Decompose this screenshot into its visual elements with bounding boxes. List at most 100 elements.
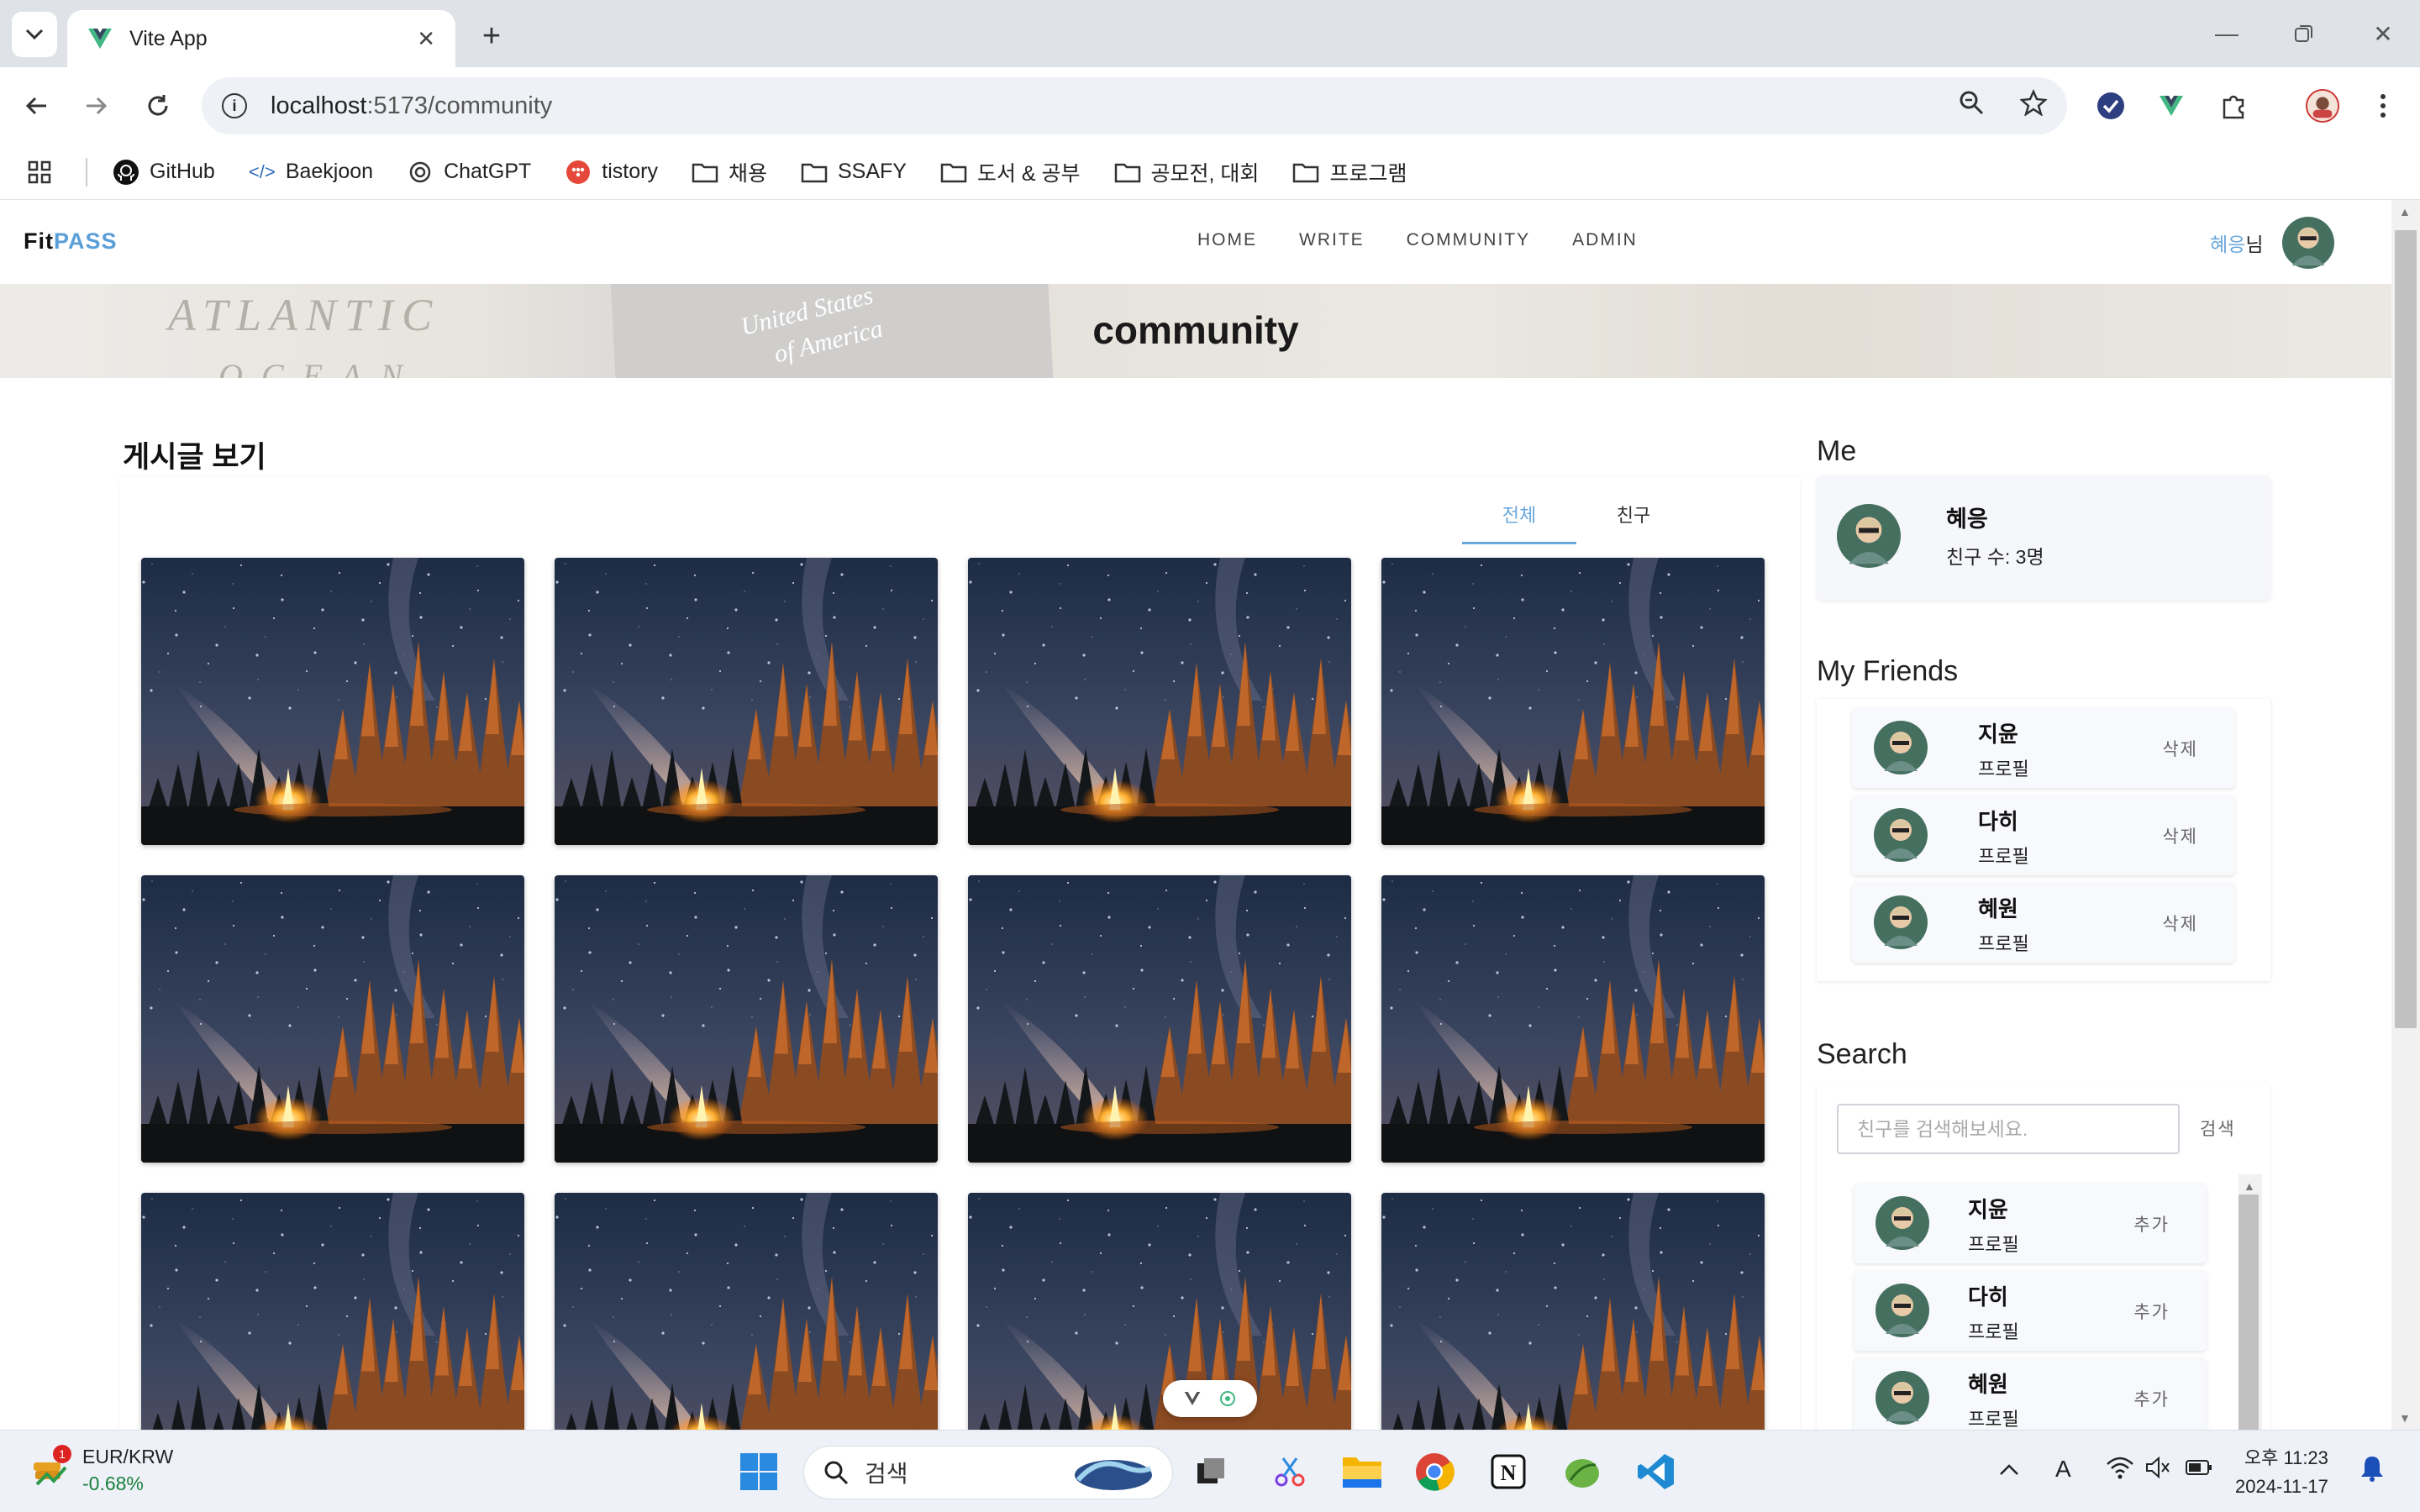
delete-friend-button[interactable]: 삭제: [2162, 911, 2198, 936]
spring-tool-button[interactable]: [1560, 1449, 1605, 1494]
tab-all[interactable]: 전체: [1462, 496, 1576, 544]
battery-icon[interactable]: [2185, 1456, 2213, 1483]
file-explorer-button[interactable]: [1339, 1449, 1385, 1494]
bookmark-folder-jobs[interactable]: 채용: [692, 157, 767, 187]
tray-overflow-chevron-icon[interactable]: [1998, 1456, 2020, 1483]
post-thumbnail[interactable]: [1381, 875, 1765, 1163]
header-avatar[interactable]: [2282, 217, 2334, 269]
ime-indicator-icon[interactable]: A: [2055, 1456, 2071, 1483]
nav-community[interactable]: COMMUNITY: [1386, 230, 1552, 250]
fitpass-logo[interactable]: FitPASS: [24, 228, 118, 255]
close-window-button[interactable]: ✕: [2358, 15, 2408, 52]
bookmark-github[interactable]: GitHub: [113, 159, 215, 186]
bookmark-star-icon[interactable]: [2019, 88, 2048, 123]
result-avatar[interactable]: [1876, 1196, 1929, 1250]
bookmark-chatgpt[interactable]: ChatGPT: [407, 159, 531, 186]
friend-profile-link[interactable]: 프로필: [1978, 929, 2029, 956]
friend-profile-link[interactable]: 프로필: [1978, 842, 2029, 869]
delete-friend-button[interactable]: 삭제: [2162, 736, 2198, 761]
stock-ticker-widget[interactable]: 1: [30, 1444, 72, 1499]
vue-devtools-extension-icon[interactable]: [2154, 89, 2188, 123]
task-view-button[interactable]: [1188, 1449, 1234, 1494]
browser-tab-active[interactable]: Vite App ✕: [67, 10, 455, 67]
post-thumbnail[interactable]: [141, 558, 524, 845]
reload-button[interactable]: [138, 86, 178, 126]
back-button[interactable]: [17, 86, 57, 126]
add-friend-button[interactable]: 추가: [2133, 1211, 2170, 1236]
page-scrollbar-thumb[interactable]: [2395, 230, 2417, 1028]
tab-close-icon[interactable]: ✕: [417, 26, 435, 52]
result-profile-link[interactable]: 프로필: [1968, 1317, 2019, 1344]
add-friend-button[interactable]: 추가: [2133, 1386, 2170, 1411]
search-button[interactable]: 검색: [2200, 1116, 2236, 1141]
profile-avatar-icon[interactable]: [2306, 89, 2339, 123]
reload-icon: [148, 95, 168, 116]
apps-grid-button[interactable]: [27, 160, 52, 185]
zoom-icon[interactable]: [1958, 89, 1985, 123]
chrome-button[interactable]: [1412, 1449, 1457, 1494]
bookmark-folder-program[interactable]: 프로그램: [1292, 157, 1407, 187]
bookmark-folder-contest[interactable]: 공모전, 대회: [1114, 157, 1259, 187]
vue-devtools-floating-button[interactable]: [1163, 1380, 1257, 1417]
post-thumbnail[interactable]: [141, 875, 524, 1163]
wifi-icon[interactable]: [2106, 1456, 2134, 1485]
results-scrollbar-thumb[interactable]: [2238, 1194, 2259, 1430]
notification-bell-icon[interactable]: [2360, 1454, 2385, 1488]
post-thumbnail[interactable]: [555, 875, 938, 1163]
post-thumbnail[interactable]: [1381, 1193, 1765, 1430]
tab-friends[interactable]: 친구: [1576, 496, 1691, 544]
minimize-button[interactable]: —: [2202, 15, 2252, 52]
friend-profile-link[interactable]: 프로필: [1978, 754, 2029, 781]
forward-button[interactable]: [76, 86, 116, 126]
search-card: 검색 지윤 프로필 추가 다히 프로필 추가 혜원 프로필 추가: [1817, 1084, 2270, 1430]
snipping-tool-button[interactable]: [1267, 1449, 1313, 1494]
add-friend-button[interactable]: 추가: [2133, 1299, 2170, 1324]
result-profile-link[interactable]: 프로필: [1968, 1230, 2019, 1257]
taskbar-clock[interactable]: 오후 11:23 2024-11-17: [2235, 1444, 2328, 1501]
new-tab-button[interactable]: +: [471, 15, 513, 57]
browser-menu-icon[interactable]: [2366, 89, 2400, 123]
scroll-down-arrow-icon[interactable]: ▼: [2399, 1411, 2411, 1425]
taskbar-search[interactable]: 검색: [803, 1446, 1173, 1499]
extensions-puzzle-icon[interactable]: [2217, 89, 2250, 123]
notion-button[interactable]: N: [1486, 1449, 1531, 1494]
restore-button[interactable]: [2279, 15, 2329, 52]
speaker-muted-icon[interactable]: [2144, 1456, 2171, 1485]
nav-admin[interactable]: ADMIN: [1551, 230, 1659, 250]
user-avatar-icon: [1876, 1196, 1929, 1250]
friends-card: 지윤 프로필 삭제 다히 프로필 삭제 혜원 프로필 삭제: [1817, 699, 2270, 981]
scroll-up-arrow-icon[interactable]: ▲: [2244, 1179, 2255, 1193]
friend-avatar[interactable]: [1874, 721, 1928, 774]
bookmark-tistory[interactable]: tistory: [565, 159, 658, 186]
friend-avatar[interactable]: [1874, 808, 1928, 862]
post-thumbnail[interactable]: [555, 1193, 938, 1430]
site-info-icon[interactable]: i: [222, 93, 247, 118]
post-thumbnail[interactable]: [968, 558, 1351, 845]
nav-write[interactable]: WRITE: [1278, 230, 1386, 250]
start-button[interactable]: [736, 1449, 781, 1494]
me-avatar[interactable]: [1837, 504, 1901, 568]
friend-search-input[interactable]: [1837, 1104, 2180, 1154]
post-thumbnail[interactable]: [968, 875, 1351, 1163]
address-bar[interactable]: i localhost:5173/community: [202, 77, 2067, 134]
post-thumbnail[interactable]: [1381, 558, 1765, 845]
nav-home[interactable]: HOME: [1176, 230, 1278, 250]
result-avatar[interactable]: [1876, 1284, 1929, 1337]
result-profile-link[interactable]: 프로필: [1968, 1404, 2019, 1430]
scroll-up-arrow-icon[interactable]: ▲: [2399, 205, 2411, 218]
page-scrollbar[interactable]: ▲ ▼: [2391, 200, 2420, 1430]
bookmark-baekjoon[interactable]: </> Baekjoon: [249, 159, 373, 186]
chrome-icon: [1416, 1453, 1455, 1491]
delete-friend-button[interactable]: 삭제: [2162, 823, 2198, 848]
post-thumbnail[interactable]: [968, 1193, 1351, 1430]
post-thumbnail[interactable]: [141, 1193, 524, 1430]
tab-search-button[interactable]: [12, 12, 57, 57]
extension-check-icon[interactable]: [2094, 89, 2128, 123]
bookmark-folder-ssafy[interactable]: SSAFY: [801, 159, 907, 186]
results-scrollbar[interactable]: ▲: [2238, 1174, 2262, 1430]
vscode-button[interactable]: [1634, 1449, 1679, 1494]
result-avatar[interactable]: [1876, 1371, 1929, 1425]
bookmark-folder-study[interactable]: 도서 & 공부: [940, 157, 1081, 187]
post-thumbnail[interactable]: [555, 558, 938, 845]
friend-avatar[interactable]: [1874, 895, 1928, 949]
